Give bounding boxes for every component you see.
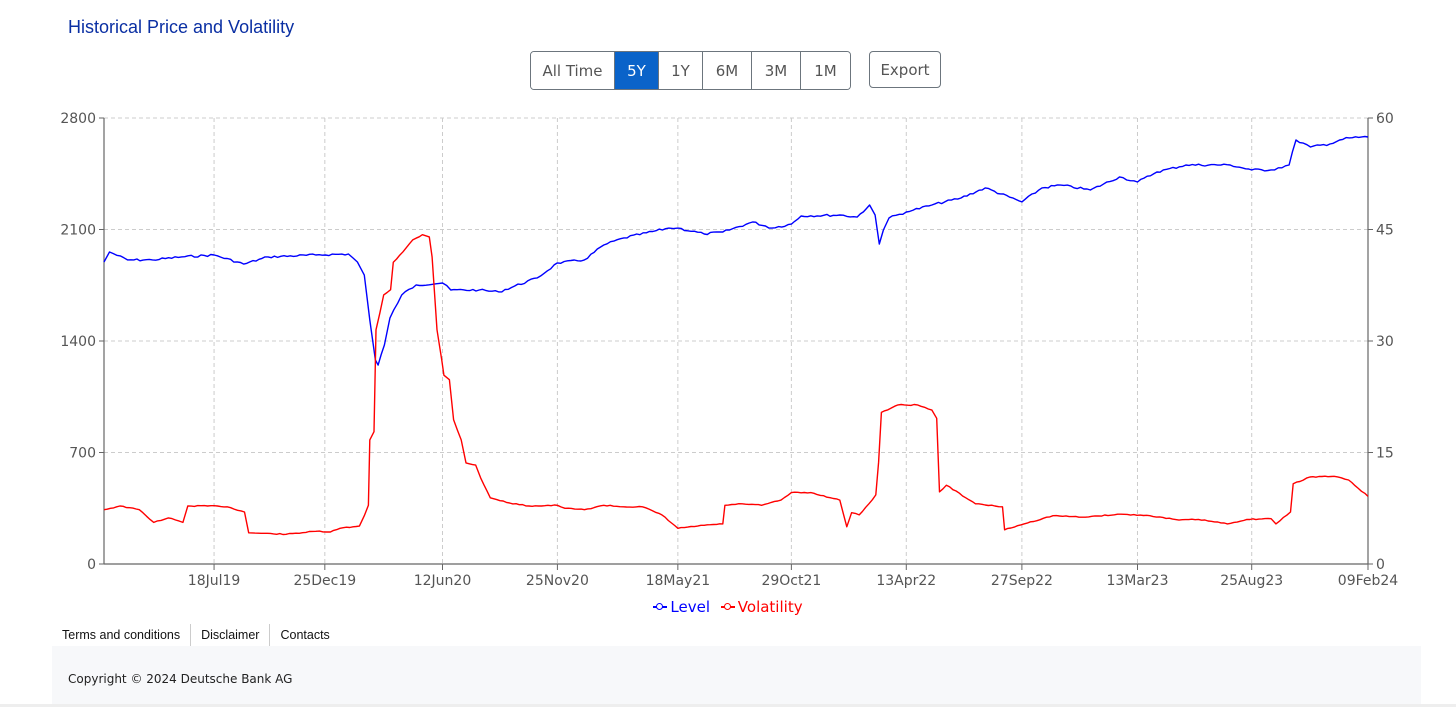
x-axis-tick-label: 13Apr22 [876,573,936,589]
x-axis-tick-label: 25Aug23 [1220,573,1283,589]
legend-item-level[interactable]: Level [653,598,710,616]
disclaimer-link[interactable]: Disclaimer [191,624,271,646]
left-axis-tick-label: 700 [69,446,96,462]
right-axis-tick-label: 45 [1376,223,1394,239]
right-axis-tick-label: 30 [1376,334,1394,350]
line-marker-icon [720,602,735,612]
left-axis-tick-label: 1400 [60,334,96,350]
copyright-text: Copyright © 2024 Deutsche Bank AG [68,672,293,686]
grid-lines [104,117,1368,564]
right-axis-tick-label: 60 [1376,111,1394,127]
legend-item-volatility[interactable]: Volatility [720,598,803,616]
footer-links: Terms and conditions Disclaimer Contacts [52,624,340,646]
export-button[interactable]: Export [869,51,941,88]
legend-label-volatility: Volatility [737,598,803,616]
x-axis-tick-label: 18May21 [646,573,711,589]
range-1m-button[interactable]: 1M [801,52,850,89]
range-3m-button[interactable]: 3M [752,52,801,89]
legend-label-level: Level [670,598,711,616]
page-title: Historical Price and Volatility [68,17,295,37]
series-line-volatility [103,234,1369,536]
x-axis-tick-label: 25Nov20 [526,573,589,589]
footer-bar: Copyright © 2024 Deutsche Bank AG [52,646,1421,704]
right-axis-tick-label: 0 [1376,557,1385,573]
range-1y-button[interactable]: 1Y [659,52,703,89]
x-axis-tick-label: 25Dec19 [293,573,356,589]
x-axis-tick-label: 12Jun20 [414,573,472,589]
price-volatility-chart[interactable]: 0 700 1400 2100 2800 0 15 30 45 60 18Jul19 25Dec19 1… [0,100,1456,600]
x-axis-tick-label: 09Feb24 [1338,573,1399,589]
left-axis-tick-label: 2100 [60,223,96,239]
x-axis-tick-label: 13Mar23 [1106,573,1168,589]
contacts-link[interactable]: Contacts [270,624,339,646]
right-axis-tick-label: 15 [1376,446,1394,462]
terms-link[interactable]: Terms and conditions [52,624,192,646]
x-axis-tick-label: 29Oct21 [761,573,821,589]
series-lines [103,135,1369,536]
series-line-level [103,135,1369,366]
left-axis-tick-label: 0 [87,557,96,573]
range-5y-button[interactable]: 5Y [615,52,659,89]
range-button-group: All Time 5Y 1Y 6M 3M 1M [530,51,851,90]
range-6m-button[interactable]: 6M [703,52,752,89]
range-all-time-button[interactable]: All Time [531,52,615,89]
chart-legend: Level Volatility [0,598,1456,616]
axes: 0 700 1400 2100 2800 0 15 30 45 60 18Jul19 25Dec19 1… [60,111,1398,589]
left-axis-tick-label: 2800 [60,111,96,127]
x-axis-tick-label: 18Jul19 [188,573,241,589]
line-marker-icon [653,602,668,612]
x-axis-tick-label: 27Sep22 [991,573,1053,589]
